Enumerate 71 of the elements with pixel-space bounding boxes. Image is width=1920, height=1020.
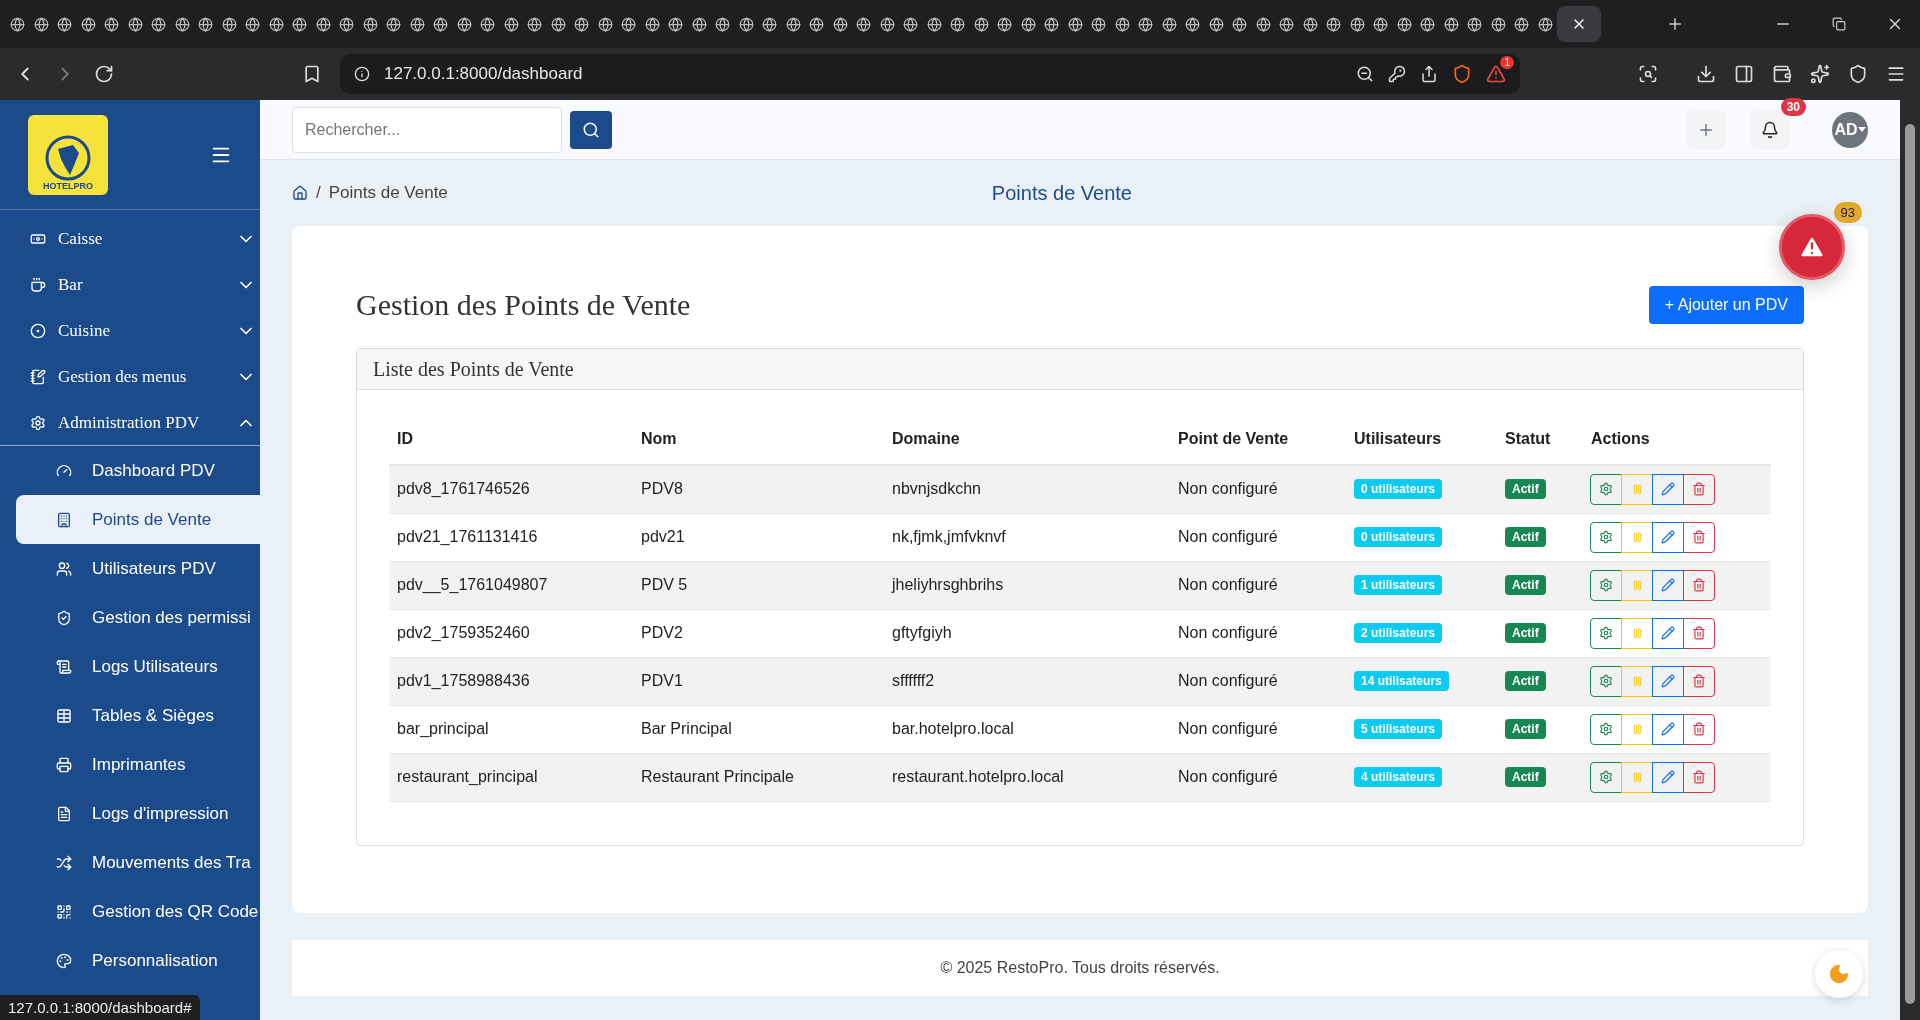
add-pdv-button[interactable]: + Ajouter un PDV bbox=[1648, 286, 1804, 324]
users-badge: 0 utilisateurs bbox=[1354, 527, 1443, 547]
status-badge: Actif bbox=[1505, 719, 1546, 739]
table-cell: pdv__5_1761049807 bbox=[389, 561, 633, 609]
users-badge: 14 utilisateurs bbox=[1354, 671, 1449, 691]
table-cell: Non configuré bbox=[1170, 705, 1346, 753]
section-heading: Gestion des Points de Vente bbox=[356, 288, 691, 322]
sidebar-item[interactable]: Utilisateurs PDV bbox=[0, 544, 260, 593]
table-cell: PDV2 bbox=[633, 609, 884, 657]
table-cell: pdv2_1759352460 bbox=[389, 609, 633, 657]
users-badge: 0 utilisateurs bbox=[1354, 479, 1443, 500]
table-cell: restaurant_principal bbox=[389, 753, 633, 801]
table-cell: PDV1 bbox=[633, 657, 884, 705]
table-cell: nbvnjsdkchn bbox=[884, 465, 1170, 513]
table-cell: Non configuré bbox=[1170, 753, 1346, 801]
table-cell: Bar Principal bbox=[633, 705, 884, 753]
table-cell: pdv1_1758988436 bbox=[389, 657, 633, 705]
sidebar-item[interactable]: Tables & Sièges bbox=[0, 691, 260, 740]
table-cell: Non configuré bbox=[1170, 609, 1346, 657]
sidebar-item[interactable]: Points de Vente bbox=[16, 495, 260, 544]
table-cell: restaurant.hotelpro.local bbox=[884, 753, 1170, 801]
table-cell: Non configuré bbox=[1170, 465, 1346, 513]
sidebar-item[interactable]: Imprimantes bbox=[0, 740, 260, 789]
count-badge: 1 bbox=[1500, 56, 1514, 69]
status-badge: Actif bbox=[1505, 479, 1546, 500]
sidebar-item[interactable]: Personnalisation bbox=[0, 936, 260, 985]
table-cell: jheliyhrsghbrihs bbox=[884, 561, 1170, 609]
address-bar[interactable]: 127.0.0.1:8000/dashboard 1 bbox=[340, 54, 1520, 94]
page-title: Points de Vente bbox=[990, 181, 1133, 205]
sidebar-item[interactable]: Mouvements des Tra bbox=[0, 838, 260, 887]
table-cell: Non configuré bbox=[1170, 657, 1346, 705]
status-badge: Actif bbox=[1505, 575, 1546, 595]
table-cell: pdv21_1761131416 bbox=[389, 513, 633, 561]
users-badge: 1 utilisateurs bbox=[1354, 575, 1443, 595]
table-cell: gftyfgiyh bbox=[884, 609, 1170, 657]
breadcrumb-item: Points de Vente bbox=[328, 183, 448, 203]
user-avatar[interactable]: AD bbox=[1832, 111, 1868, 148]
table-cell: Restaurant Principale bbox=[633, 753, 884, 801]
alert-badge: 93 bbox=[1833, 202, 1862, 223]
table-cell: bar_principal bbox=[389, 705, 633, 753]
table-cell: sffffff2 bbox=[884, 657, 1170, 705]
sidebar-section[interactable]: Cuisine bbox=[0, 308, 260, 354]
sidebar-section[interactable]: Caisse bbox=[0, 216, 260, 262]
sidebar-item[interactable]: Gestion des permissi bbox=[0, 593, 260, 642]
table-cell: pdv21 bbox=[633, 513, 884, 561]
breadcrumb-separator: / bbox=[316, 183, 321, 203]
sidebar-item[interactable]: Logs Utilisateurs bbox=[0, 642, 260, 691]
status-badge: Actif bbox=[1505, 527, 1546, 547]
table-cell: Non configuré bbox=[1170, 513, 1346, 561]
search-field[interactable]: Rechercher... bbox=[292, 106, 562, 153]
sidebar-item[interactable]: Dashboard PDV bbox=[0, 446, 260, 495]
users-badge: 5 utilisateurs bbox=[1354, 719, 1443, 739]
logo: HOTELPRO bbox=[28, 114, 108, 195]
table-cell: pdv8_1761746526 bbox=[389, 465, 633, 513]
table-cell: PDV 5 bbox=[633, 561, 884, 609]
status-badge: Actif bbox=[1505, 767, 1546, 787]
table-cell: nk,fjmk,jmfvknvf bbox=[884, 513, 1170, 561]
table-cell: bar.hotelpro.local bbox=[884, 705, 1170, 753]
users-badge: 2 utilisateurs bbox=[1354, 623, 1443, 643]
footer: © 2025 RestoPro. Tous droits réservés. bbox=[292, 940, 1868, 996]
url-tooltip: 127.0.0.1:8000/dashboard# bbox=[0, 995, 200, 1020]
sidebar-section[interactable]: Bar bbox=[0, 262, 260, 308]
status-badge: Actif bbox=[1505, 623, 1546, 643]
users-badge: 4 utilisateurs bbox=[1354, 767, 1443, 787]
table-cell: PDV8 bbox=[633, 465, 884, 513]
sidebar-item[interactable]: Gestion des QR Code bbox=[0, 887, 260, 936]
sidebar-item[interactable]: Logs d'impression bbox=[0, 789, 260, 838]
table-cell: Non configuré bbox=[1170, 561, 1346, 609]
card-title: Liste des Points de Vente bbox=[357, 349, 1803, 390]
status-badge: Actif bbox=[1505, 671, 1546, 691]
sidebar-section[interactable]: Gestion des menus bbox=[0, 354, 260, 400]
